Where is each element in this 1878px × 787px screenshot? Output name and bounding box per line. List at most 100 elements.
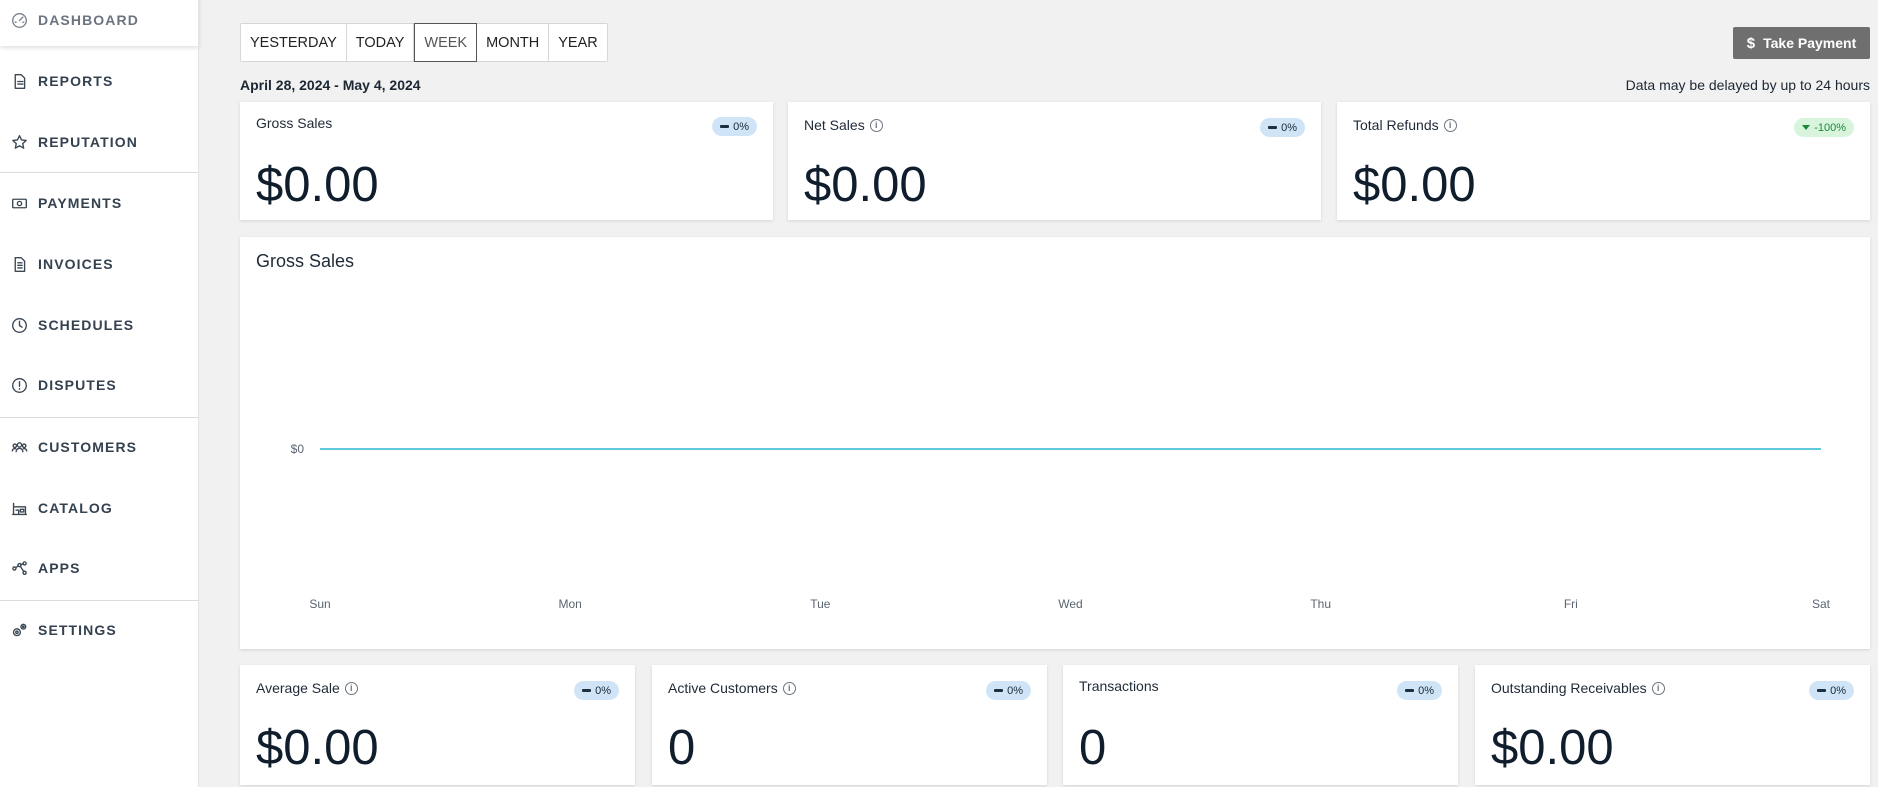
info-icon[interactable]: i [1651,681,1665,695]
invoice-icon [10,255,28,273]
apps-icon [10,559,28,577]
flat-trend-icon [994,689,1004,692]
kpi-card-active-customers: Active Customers i 0% 0 [652,665,1047,785]
sidebar-item-label: SETTINGS [38,622,117,638]
sidebar-item-dashboard[interactable]: DASHBOARD [0,0,199,46]
sidebar-item-label: PAYMENTS [38,195,123,211]
range-month-button[interactable]: MONTH [477,24,550,61]
dollar-icon: $ [1746,34,1756,52]
sidebar-divider [0,600,199,601]
x-tick-label: Thu [1310,597,1331,611]
sidebar-item-payments[interactable]: PAYMENTS [0,177,199,229]
date-range-selector: YESTERDAY TODAY WEEK MONTH YEAR [240,23,608,62]
flat-trend-icon [1268,126,1278,129]
sidebar-item-reports[interactable]: REPORTS [0,55,199,107]
kpi-label: Gross Sales [256,115,332,131]
change-value: 0% [1830,684,1846,697]
flat-trend-icon [1405,689,1415,692]
catalog-icon [10,499,28,517]
sidebar-divider [0,172,199,173]
x-tick-label: Sat [1812,597,1831,611]
y-tick-label: $0 [291,442,305,456]
sidebar-item-schedules[interactable]: SCHEDULES [0,299,199,351]
sidebar-item-apps[interactable]: APPS [0,542,199,594]
info-icon[interactable]: i [344,681,358,695]
sidebar-item-customers[interactable]: CUSTOMERS [0,421,199,473]
sidebar-item-reputation[interactable]: REPUTATION [0,116,199,168]
sidebar-item-catalog[interactable]: CATALOG [0,482,199,534]
sidebar-item-settings[interactable]: SETTINGS [0,604,199,656]
sidebar-item-label: SCHEDULES [38,317,135,333]
range-year-button[interactable]: YEAR [549,24,607,61]
sidebar-item-label: CUSTOMERS [38,439,138,455]
info-icon[interactable]: i [869,118,883,132]
sidebar-item-label: REPORTS [38,73,114,89]
change-value: 0% [595,684,611,697]
report-icon [10,72,28,90]
sidebar-item-label: CATALOG [38,500,113,516]
sidebar-item-invoices[interactable]: INVOICES [0,238,199,290]
kpi-label-text: Net Sales [804,117,865,133]
kpi-label: Active Customers i [668,680,796,696]
kpi-value: 0 [1079,721,1107,775]
kpi-label: Transactions [1079,678,1159,694]
kpi-card-outstanding-receivables: Outstanding Receivables i 0% $0.00 [1475,665,1870,785]
gauge-icon [10,11,28,29]
change-badge: 0% [1809,681,1854,700]
sidebar-divider [0,417,199,418]
range-week-button[interactable]: WEEK [414,23,478,62]
change-value: 0% [1281,121,1297,134]
change-value: -100% [1814,121,1846,134]
sidebar-item-label: APPS [38,560,81,576]
kpi-label: Average Sale i [256,680,358,696]
flat-trend-icon [1817,689,1827,692]
kpi-value: $0.00 [1353,158,1476,212]
kpi-card-transactions: Transactions 0% 0 [1063,665,1458,785]
take-payment-button[interactable]: $ Take Payment [1733,27,1870,59]
info-icon[interactable]: i [782,681,796,695]
change-value: 0% [1418,684,1434,697]
x-tick-label: Sun [309,597,330,611]
kpi-label: Net Sales i [804,117,883,133]
kpi-card-total-refunds: Total Refunds i -100% $0.00 [1337,102,1870,220]
change-badge: 0% [574,681,619,700]
kpi-label-text: Outstanding Receivables [1491,680,1647,696]
sidebar-item-label: REPUTATION [38,134,138,150]
x-tick-label: Mon [558,597,581,611]
kpi-label: Total Refunds i [1353,117,1457,133]
kpi-card-average-sale: Average Sale i 0% $0.00 [240,665,635,785]
kpi-card-net-sales: Net Sales i 0% $0.00 [788,102,1321,220]
change-badge: 0% [1260,118,1305,137]
sidebar: DASHBOARD REPORTS REPUTATION PAYMENTS IN… [0,0,199,787]
clock-icon [10,316,28,334]
x-tick-label: Fri [1564,597,1578,611]
flat-trend-icon [720,125,730,128]
kpi-label-text: Total Refunds [1353,117,1439,133]
date-range-label: April 28, 2024 - May 4, 2024 [240,77,421,93]
kpi-label-text: Transactions [1079,678,1159,694]
x-tick-label: Tue [810,597,831,611]
gears-icon [10,621,28,639]
down-arrow-icon [1802,125,1811,130]
change-value: 0% [1007,684,1023,697]
change-badge: 0% [712,117,757,136]
sidebar-item-disputes[interactable]: DISPUTES [0,359,199,411]
alert-icon [10,376,28,394]
take-payment-label: Take Payment [1763,35,1857,51]
range-yesterday-button[interactable]: YESTERDAY [241,24,347,61]
kpi-value: 0 [668,721,696,775]
kpi-value: $0.00 [804,158,927,212]
change-value: 0% [733,120,749,133]
info-icon[interactable]: i [1443,118,1457,132]
range-today-button[interactable]: TODAY [346,24,415,61]
kpi-value: $0.00 [1491,721,1614,775]
kpi-value: $0.00 [256,721,379,775]
cash-icon [10,194,28,212]
data-delay-note: Data may be delayed by up to 24 hours [1625,77,1870,93]
change-badge: -100% [1794,118,1854,137]
kpi-label-text: Gross Sales [256,115,333,131]
change-badge: 0% [986,681,1031,700]
gross-sales-chart-card: Gross Sales $0 Sun Mon Tue Wed Thu Fri Sat [240,237,1870,649]
sidebar-item-label: INVOICES [38,256,114,272]
kpi-value: $0.00 [256,158,379,212]
